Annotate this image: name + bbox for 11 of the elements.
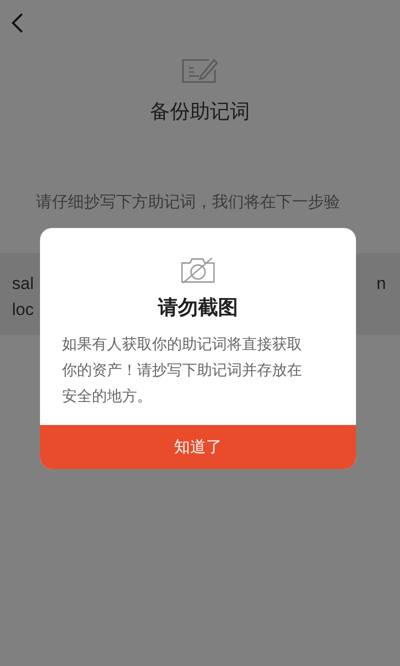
page-title: 备份助记词 <box>149 98 251 125</box>
mnemonic-word: sal <box>12 273 34 295</box>
certificate-pen-icon <box>181 56 219 84</box>
mnemonic-word: loc <box>12 299 34 321</box>
instruction-text: 请仔细抄写下方助记词，我们将在下一步验 <box>36 191 341 213</box>
got-it-button[interactable]: 知道了 <box>40 425 356 469</box>
back-icon <box>10 12 24 34</box>
camera-off-icon <box>179 256 217 284</box>
mnemonic-word: n <box>376 273 386 295</box>
dialog-title: 请勿截图 <box>156 294 239 321</box>
dialog-message: 如果有人获取你的助记词将直接获取你的资产！请抄写下助记词并存放在安全的地方。 <box>62 334 303 407</box>
